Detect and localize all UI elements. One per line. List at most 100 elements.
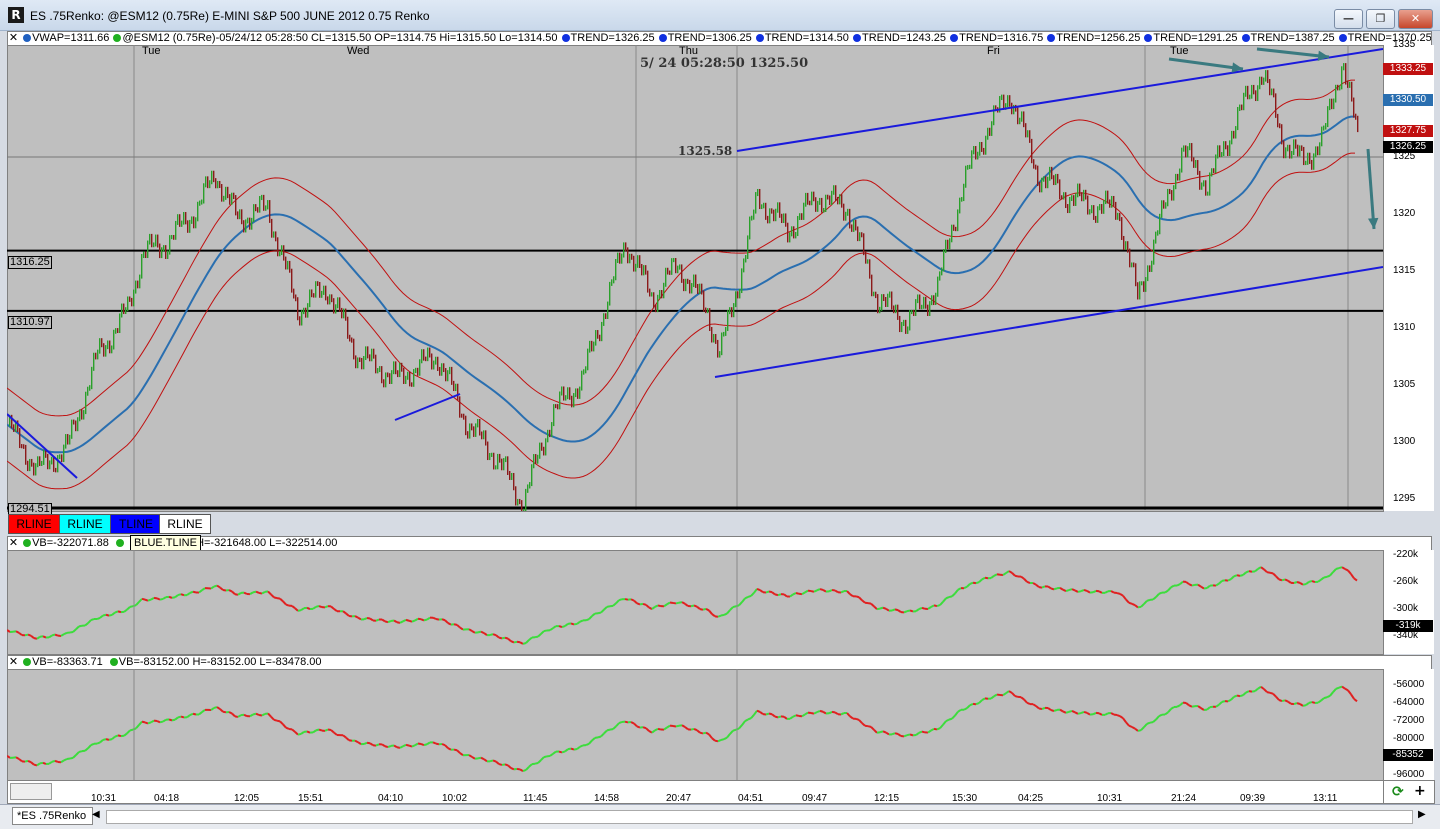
- renko-brick: [527, 484, 528, 492]
- vb-segment: [238, 593, 241, 595]
- renko-brick: [873, 292, 874, 297]
- vb-segment: [607, 730, 610, 731]
- lower-trendline[interactable]: [715, 267, 1383, 377]
- vb-segment: [1255, 569, 1258, 571]
- vb-segment: [43, 636, 46, 637]
- vb-segment: [907, 610, 910, 611]
- short-trendline[interactable]: [395, 394, 460, 420]
- renko-brick: [607, 302, 608, 319]
- vb-segment: [943, 598, 946, 601]
- vb-segment: [1240, 575, 1243, 576]
- indicator-readout: TREND=1316.75: [959, 32, 1046, 44]
- renko-brick: [1205, 180, 1206, 195]
- annotation-arrow[interactable]: [1169, 59, 1243, 73]
- renko-brick: [441, 363, 442, 375]
- cyan-rline-button[interactable]: RLINE: [59, 514, 111, 534]
- renko-brick: [583, 369, 584, 374]
- vb-segment: [529, 637, 532, 639]
- renko-brick: [395, 361, 396, 374]
- renko-brick: [1179, 169, 1180, 181]
- renko-brick: [525, 489, 526, 511]
- tab-es-renko[interactable]: *ES .75Renko: [12, 807, 93, 825]
- renko-brick: [1017, 108, 1018, 125]
- maximize-button[interactable]: ❐: [1366, 9, 1395, 29]
- renko-brick: [1043, 176, 1044, 181]
- renko-brick: [1301, 145, 1302, 151]
- indicator-readout: TREND=1326.25: [571, 32, 658, 44]
- vb-segment: [820, 589, 823, 590]
- renko-brick: [1311, 160, 1312, 170]
- horizontal-scrollbar[interactable]: [106, 810, 1413, 824]
- time-axis-label: 04:51: [738, 793, 763, 804]
- renko-brick: [1253, 85, 1254, 94]
- renko-brick: [161, 247, 162, 258]
- vb2-plot[interactable]: [7, 669, 1383, 780]
- upper-trendline[interactable]: [737, 49, 1383, 151]
- renko-brick: [1083, 190, 1084, 201]
- renko-brick: [67, 434, 68, 444]
- price-tag: 1330.50: [1383, 94, 1433, 106]
- time-axis[interactable]: 10:3104:1812:0515:5104:1010:0211:4514:58…: [7, 780, 1385, 804]
- trendline-value-label: 1325.58: [678, 144, 732, 158]
- white-rline-button[interactable]: RLINE: [159, 514, 211, 534]
- price-chart-plot[interactable]: TueWedThuFriTue16:3005/2216:3005/2316:30…: [7, 45, 1383, 511]
- renko-brick: [501, 459, 502, 471]
- refresh-icon[interactable]: ⟳: [1392, 784, 1404, 800]
- vb-segment: [1093, 713, 1096, 714]
- vb-segment: [445, 745, 448, 748]
- vb-segment: [601, 610, 604, 613]
- blue-tline-button[interactable]: TLINE: [110, 514, 162, 534]
- vb-segment: [1321, 698, 1324, 700]
- price-axis-tick: 1310: [1393, 322, 1415, 333]
- close-pane-icon[interactable]: ✕: [8, 32, 19, 45]
- vb-segment: [505, 764, 508, 765]
- vb-segment: [370, 743, 373, 745]
- renko-brick: [95, 353, 96, 360]
- renko-brick: [867, 259, 868, 263]
- vb-segment: [610, 729, 613, 730]
- zoom-in-icon[interactable]: +: [1414, 783, 1426, 799]
- renko-brick: [1003, 95, 1004, 110]
- vb1-plot[interactable]: [7, 550, 1383, 654]
- renko-brick: [269, 200, 270, 223]
- renko-brick: [233, 193, 234, 199]
- vb-segment: [145, 600, 148, 601]
- close-pane-icon[interactable]: ✕: [8, 656, 19, 669]
- red-rline-button[interactable]: RLINE: [8, 514, 60, 534]
- close-button[interactable]: ✕: [1398, 9, 1433, 29]
- vb-segment: [355, 616, 358, 618]
- vb-segment: [223, 712, 226, 713]
- vb-segment: [523, 643, 526, 644]
- scroll-right-icon[interactable]: ▶: [1418, 809, 1426, 820]
- vb-segment: [733, 730, 736, 731]
- vb-segment: [493, 634, 496, 635]
- renko-brick: [1075, 193, 1076, 206]
- vb-segment: [127, 730, 130, 733]
- renko-brick: [405, 376, 406, 384]
- annotation-arrow[interactable]: [1257, 49, 1329, 61]
- annotation-arrow[interactable]: [1368, 149, 1378, 229]
- vb-segment: [631, 599, 634, 600]
- renko-brick: [593, 342, 594, 352]
- vb-segment: [721, 615, 724, 616]
- minimize-button[interactable]: —: [1334, 9, 1363, 29]
- scroll-left-icon[interactable]: ◀: [92, 809, 100, 820]
- vb-segment: [1054, 710, 1057, 711]
- vb-segment: [1288, 702, 1291, 704]
- renko-brick: [839, 194, 840, 204]
- renko-brick: [335, 304, 336, 313]
- renko-brick: [453, 381, 454, 391]
- vb-segment: [1165, 712, 1168, 714]
- vb-segment: [1354, 578, 1357, 580]
- vb-segment: [1240, 695, 1243, 696]
- renko-brick: [977, 152, 978, 160]
- vb-segment: [1159, 715, 1162, 716]
- renko-brick: [587, 349, 588, 371]
- renko-brick: [837, 197, 838, 204]
- renko-brick: [1295, 139, 1296, 148]
- scroll-box[interactable]: [10, 783, 52, 800]
- close-pane-icon[interactable]: ✕: [8, 537, 19, 550]
- vb-segment: [1285, 700, 1288, 701]
- renko-brick: [807, 193, 808, 205]
- vb-segment: [946, 720, 949, 721]
